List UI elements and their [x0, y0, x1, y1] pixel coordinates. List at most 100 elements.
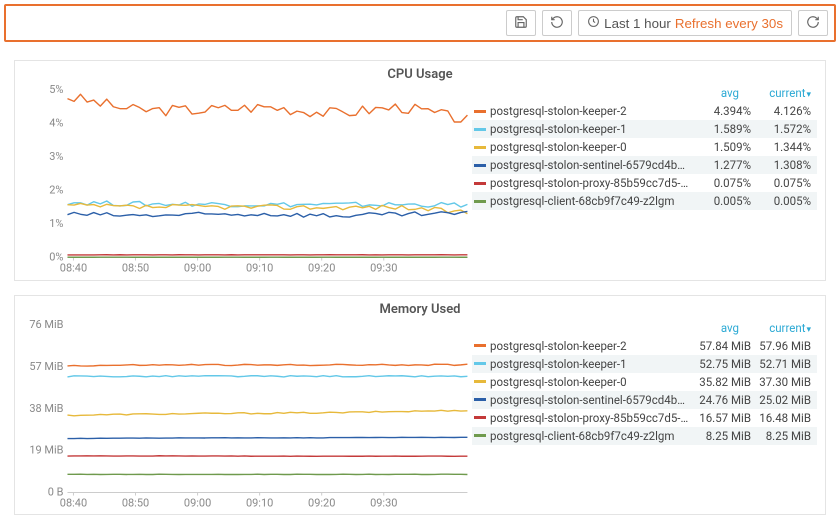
toolbar: Last 1 hour Refresh every 30s: [4, 4, 836, 42]
memory-legend: avg current▾ postgresql-stolon-keeper-2 57.…: [472, 319, 817, 511]
save-button[interactable]: [506, 10, 536, 36]
svg-text:08:40: 08:40: [60, 262, 87, 275]
legend-avg: 1.589%: [695, 122, 751, 136]
legend-row[interactable]: postgresql-client-68cb9f7c49-z2lgm 8.25 M…: [472, 427, 817, 445]
legend-current: 16.48 MiB: [755, 411, 811, 425]
memory-chart[interactable]: 0 B19 MiB38 MiB57 MiB76 MiB08:4008:5009:…: [23, 319, 472, 511]
legend-current: 1.344%: [755, 140, 811, 154]
legend-row[interactable]: postgresql-stolon-keeper-2 4.394% 4.126%: [472, 102, 817, 120]
legend-avg: 1.277%: [695, 158, 751, 172]
legend-avg: 52.75 MiB: [695, 357, 751, 371]
time-range-button[interactable]: Last 1 hour Refresh every 30s: [578, 10, 792, 36]
legend-avg: 4.394%: [695, 104, 751, 118]
series-swatch: [474, 380, 486, 383]
legend-row[interactable]: postgresql-client-68cb9f7c49-z2lgm 0.005%…: [472, 192, 817, 210]
svg-text:09:30: 09:30: [370, 262, 397, 275]
legend-avg: 1.509%: [695, 140, 751, 154]
cpu-chart[interactable]: 0%1%2%3%4%5%08:4008:5009:0009:1009:2009:…: [23, 84, 472, 276]
svg-text:3%: 3%: [49, 150, 63, 163]
series-swatch: [474, 200, 486, 203]
svg-text:09:30: 09:30: [370, 496, 397, 509]
panel-title: Memory Used: [23, 302, 817, 317]
legend-col-current[interactable]: current▾: [755, 86, 811, 100]
series-name: postgresql-stolon-keeper-1: [490, 122, 691, 136]
svg-text:09:00: 09:00: [184, 496, 211, 509]
undo-icon: [550, 15, 564, 32]
legend-avg: 57.84 MiB: [695, 339, 751, 353]
series-swatch: [474, 146, 486, 149]
legend-row[interactable]: postgresql-stolon-proxy-85b59cc7d5-hm8fb…: [472, 174, 817, 192]
series-swatch: [474, 398, 486, 401]
legend-avg: 24.76 MiB: [695, 393, 751, 407]
refresh-button[interactable]: [798, 10, 828, 36]
svg-text:08:40: 08:40: [60, 496, 87, 509]
legend-avg: 8.25 MiB: [695, 429, 751, 443]
legend-row[interactable]: postgresql-stolon-keeper-1 52.75 MiB 52.71…: [472, 355, 817, 373]
legend-row[interactable]: postgresql-stolon-sentinel-6579cd4bb4-qh…: [472, 391, 817, 409]
series-name: postgresql-stolon-sentinel-6579cd4bb4-qh…: [490, 158, 691, 172]
svg-text:09:10: 09:10: [246, 262, 273, 275]
chevron-down-icon: ▾: [806, 325, 811, 335]
legend-avg: 0.005%: [695, 194, 751, 208]
series-name: postgresql-stolon-proxy-85b59cc7d5-hm8fb: [490, 176, 691, 190]
legend-avg: 16.57 MiB: [695, 411, 751, 425]
series-swatch: [474, 434, 486, 437]
legend-row[interactable]: postgresql-stolon-keeper-2 57.84 MiB 57.96…: [472, 337, 817, 355]
series-swatch: [474, 164, 486, 167]
legend-row[interactable]: postgresql-stolon-keeper-1 1.589% 1.572%: [472, 120, 817, 138]
svg-text:08:50: 08:50: [122, 496, 149, 509]
legend-header: avg current▾: [472, 319, 817, 337]
time-range-label: Last 1 hour: [604, 16, 671, 31]
undo-button[interactable]: [542, 10, 572, 36]
svg-text:1%: 1%: [49, 217, 63, 230]
legend-current: 25.02 MiB: [755, 393, 811, 407]
legend-current: 57.96 MiB: [755, 339, 811, 353]
svg-text:76 MiB: 76 MiB: [29, 319, 63, 331]
series-name: postgresql-stolon-keeper-2: [490, 339, 691, 353]
legend-current: 37.30 MiB: [755, 375, 811, 389]
svg-text:09:20: 09:20: [308, 496, 335, 509]
clock-icon: [587, 15, 600, 31]
svg-text:57 MiB: 57 MiB: [29, 359, 63, 372]
svg-text:19 MiB: 19 MiB: [29, 443, 63, 456]
chevron-down-icon: ▾: [806, 90, 811, 100]
legend-col-current[interactable]: current▾: [755, 321, 811, 335]
series-name: postgresql-stolon-sentinel-6579cd4bb4-qh…: [490, 393, 691, 407]
series-name: postgresql-client-68cb9f7c49-z2lgm: [490, 429, 691, 443]
legend-avg: 0.075%: [695, 176, 751, 190]
series-swatch: [474, 110, 486, 113]
series-name: postgresql-stolon-keeper-1: [490, 357, 691, 371]
series-name: postgresql-stolon-proxy-85b59cc7d5-hm8fb: [490, 411, 691, 425]
legend-current: 0.005%: [755, 194, 811, 208]
legend-col-avg[interactable]: avg: [683, 321, 739, 335]
series-name: postgresql-client-68cb9f7c49-z2lgm: [490, 194, 691, 208]
panels-container: CPU Usage 0%1%2%3%4%5%08:4008:5009:0009:…: [14, 60, 826, 515]
series-swatch: [474, 416, 486, 419]
series-swatch: [474, 362, 486, 365]
svg-text:2%: 2%: [49, 184, 63, 197]
series-name: postgresql-stolon-keeper-2: [490, 104, 691, 118]
refresh-interval-label: Refresh every 30s: [675, 16, 783, 31]
legend-current: 8.25 MiB: [755, 429, 811, 443]
legend-current: 4.126%: [755, 104, 811, 118]
series-name: postgresql-stolon-keeper-0: [490, 140, 691, 154]
legend-row[interactable]: postgresql-stolon-sentinel-6579cd4bb4-qh…: [472, 156, 817, 174]
legend-col-avg[interactable]: avg: [683, 86, 739, 100]
legend-current: 1.572%: [755, 122, 811, 136]
legend-current: 1.308%: [755, 158, 811, 172]
series-swatch: [474, 128, 486, 131]
svg-text:08:50: 08:50: [122, 262, 149, 275]
svg-text:38 MiB: 38 MiB: [29, 401, 63, 414]
panel-cpu-usage: CPU Usage 0%1%2%3%4%5%08:4008:5009:0009:…: [14, 60, 826, 281]
legend-row[interactable]: postgresql-stolon-keeper-0 35.82 MiB 37.30…: [472, 373, 817, 391]
legend-current: 0.075%: [755, 176, 811, 190]
legend-row[interactable]: postgresql-stolon-keeper-0 1.509% 1.344%: [472, 138, 817, 156]
series-name: postgresql-stolon-keeper-0: [490, 375, 691, 389]
series-swatch: [474, 182, 486, 185]
legend-avg: 35.82 MiB: [695, 375, 751, 389]
panel-title: CPU Usage: [23, 67, 817, 82]
cpu-legend: avg current▾ postgresql-stolon-keeper-2 4.3…: [472, 84, 817, 276]
svg-text:09:10: 09:10: [246, 496, 273, 509]
legend-current: 52.71 MiB: [755, 357, 811, 371]
legend-row[interactable]: postgresql-stolon-proxy-85b59cc7d5-hm8fb…: [472, 409, 817, 427]
